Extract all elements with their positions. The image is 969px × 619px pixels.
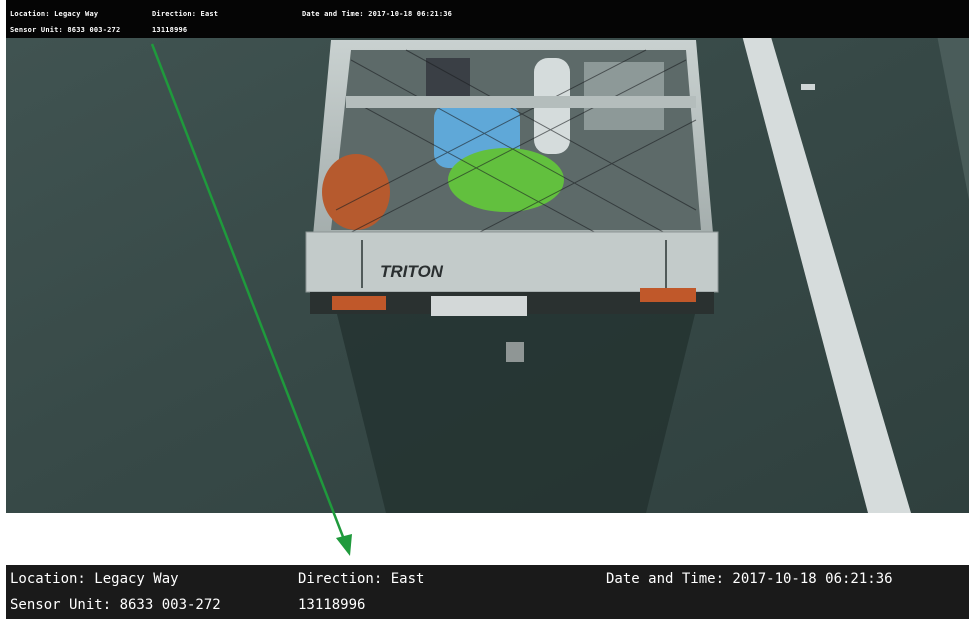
traffic-camera-image: TRITON bbox=[6, 0, 969, 513]
zoom-datetime-text: Date and Time: 2017-10-18 06:21:36 bbox=[606, 571, 893, 587]
zoom-location-text: Location: Legacy Way bbox=[10, 571, 179, 587]
road-marker bbox=[801, 84, 815, 90]
direction-text: Direction: East bbox=[152, 10, 219, 18]
record-id-text: 13118996 bbox=[152, 26, 188, 34]
number-plate bbox=[431, 296, 527, 316]
datetime-text: Date and Time: 2017-10-18 06:21:36 bbox=[302, 10, 453, 18]
vehicle-shadow bbox=[336, 310, 696, 513]
zoomed-info-overlay: Location: Legacy Way Direction: East Dat… bbox=[6, 565, 969, 619]
zoom-direction-text: Direction: East bbox=[298, 571, 425, 587]
green-bag bbox=[448, 148, 564, 212]
vehicle-badge: TRITON bbox=[380, 262, 444, 281]
tail-light-left bbox=[332, 296, 386, 310]
tow-hitch bbox=[506, 342, 524, 362]
tailgate bbox=[305, 231, 719, 293]
dark-bag bbox=[426, 58, 470, 98]
rack-rail bbox=[346, 96, 696, 108]
camera-info-overlay: Location: Legacy Way Direction: East Dat… bbox=[6, 0, 969, 38]
orange-bag bbox=[322, 154, 390, 230]
zoom-sensor-unit-text: Sensor Unit: 8633 003-272 bbox=[10, 597, 221, 613]
zoom-record-id-text: 13118996 bbox=[298, 597, 366, 613]
sensor-unit-text: Sensor Unit: 8633 003-272 bbox=[10, 26, 121, 34]
camera-frame: TRITON Location: Legacy Way Direction: E… bbox=[6, 0, 969, 513]
tail-light-right bbox=[640, 288, 696, 302]
arrow-head-icon bbox=[336, 534, 352, 556]
location-text: Location: Legacy Way bbox=[10, 10, 99, 18]
